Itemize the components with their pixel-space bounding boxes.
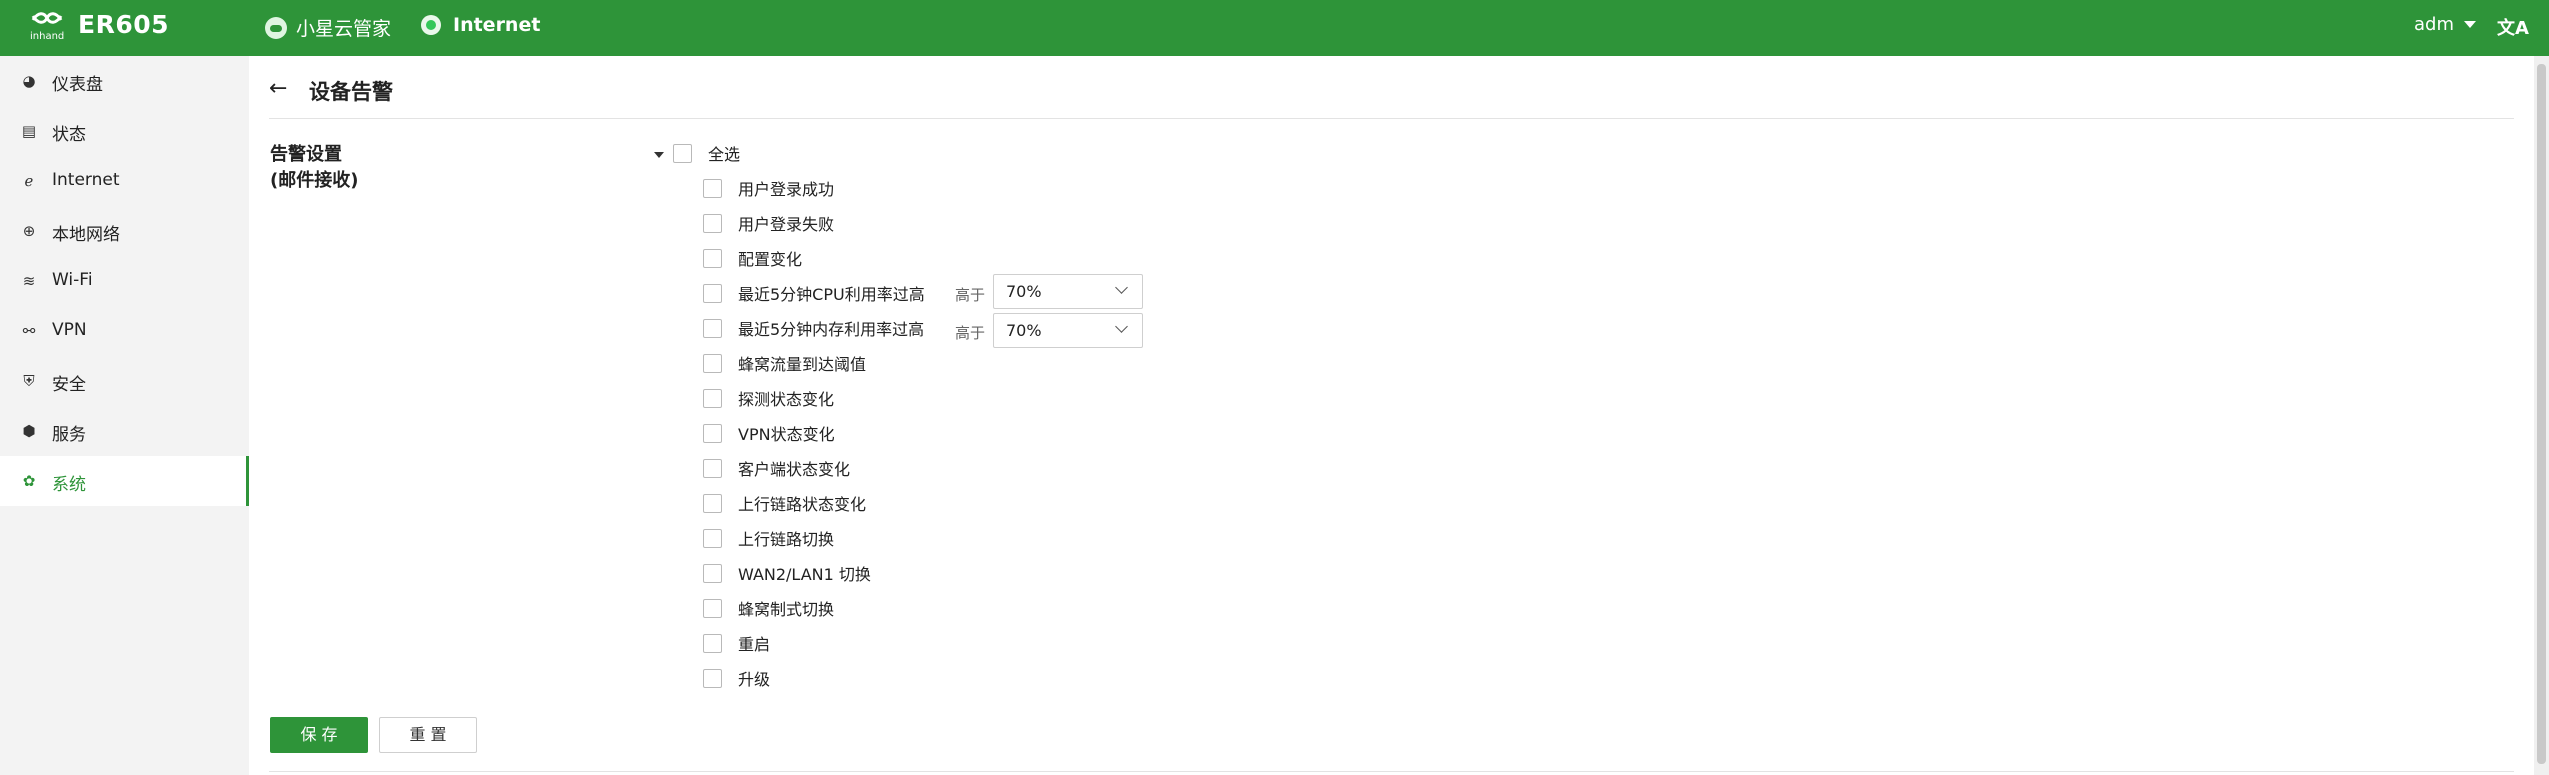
memory-threshold-value: 70% (1006, 321, 1042, 340)
sidebar-item-label: 服务 (52, 425, 86, 445)
alarm-label: 用户登录成功 (738, 180, 835, 199)
alarm-label: VPN状态变化 (738, 425, 835, 444)
caret-down-icon (2464, 21, 2476, 28)
svg-text:inhand: inhand (30, 31, 64, 40)
cloud-icon (265, 16, 287, 39)
select-all-label: 全选 (708, 145, 741, 164)
alarm-label: 蜂窝制式切换 (738, 600, 835, 619)
alarm-label: 上行链路状态变化 (738, 495, 867, 514)
sidebar-item-services[interactable]: ⬢ 服务 (0, 406, 249, 456)
model-name: ER605 (78, 10, 170, 39)
alarm-checkbox[interactable] (703, 319, 722, 338)
vpn-icon: ⚯ (22, 322, 36, 340)
section-title-line2: (邮件接收) (270, 170, 359, 191)
alarm-label: 蜂窝流量到达阈值 (738, 355, 867, 374)
alarm-label: 用户登录失败 (738, 215, 835, 234)
alarm-checkbox[interactable] (703, 389, 722, 408)
sidebar-item-label: Internet (52, 170, 120, 190)
main-content: ← 设备告警 告警设置 (邮件接收) 全选 用户登录成功 用户登录失败 配置变化… (249, 56, 2534, 775)
save-button[interactable]: 保 存 (270, 717, 368, 753)
translate-icon[interactable]: 文A (2497, 14, 2529, 40)
sidebar-item-label: 状态 (52, 125, 86, 145)
threshold-label: 高于 (955, 286, 986, 304)
alarm-checkbox[interactable] (703, 459, 722, 478)
alarm-checkbox[interactable] (703, 354, 722, 373)
alarm-checkbox[interactable] (703, 249, 722, 268)
alarm-checkbox[interactable] (703, 669, 722, 688)
sidebar-item-system[interactable]: ✿ 系统 (0, 456, 249, 506)
top-bar: inhand ER605 小星云管家 Internet adm 文A (0, 0, 2549, 56)
alarm-label: 探测状态变化 (738, 390, 835, 409)
alarm-checkbox[interactable] (703, 214, 722, 233)
gear-icon: ✿ (22, 472, 36, 490)
sidebar-item-status[interactable]: ▤ 状态 (0, 106, 249, 156)
section-title-line1: 告警设置 (270, 144, 342, 165)
status-dot-icon (421, 15, 441, 35)
internet-status[interactable]: Internet (421, 14, 540, 36)
alarm-checkbox[interactable] (703, 529, 722, 548)
sidebar-item-security[interactable]: ⛨ 安全 (0, 356, 249, 406)
alarm-checkbox[interactable] (703, 599, 722, 618)
alarm-label: 升级 (738, 670, 771, 689)
sidebar-item-local-network[interactable]: ⊕ 本地网络 (0, 206, 249, 256)
sidebar-item-vpn[interactable]: ⚯ VPN (0, 306, 249, 356)
alarm-checkbox[interactable] (703, 284, 722, 303)
inhand-logo-icon: inhand (30, 8, 64, 40)
cloud-manager-label: 小星云管家 (296, 18, 392, 40)
chevron-down-icon (1115, 281, 1128, 294)
sidebar-item-dashboard[interactable]: ◕ 仪表盘 (0, 56, 249, 106)
sidebar-item-label: 系统 (52, 475, 86, 495)
alarm-checkbox[interactable] (703, 179, 722, 198)
threshold-label: 高于 (955, 324, 986, 342)
divider (269, 118, 2514, 119)
wifi-icon: ≋ (22, 272, 36, 290)
sidebar-item-label: 本地网络 (52, 225, 120, 245)
memory-threshold-select[interactable]: 70% (993, 313, 1143, 348)
sidebar-item-label: 安全 (52, 375, 86, 395)
sidebar-item-label: 仪表盘 (52, 75, 103, 95)
sidebar: ◕ 仪表盘 ▤ 状态 ℯ Internet ⊕ 本地网络 ≋ Wi-Fi ⚯ V… (0, 56, 249, 775)
username: adm (2414, 14, 2454, 35)
alarm-label: WAN2/LAN1 切换 (738, 565, 871, 584)
cloud-manager-link[interactable]: 小星云管家 (265, 14, 391, 41)
alarm-label: 客户端状态变化 (738, 460, 851, 479)
internet-status-label: Internet (453, 14, 541, 36)
alarm-label: 最近5分钟CPU利用率过高 (738, 285, 925, 304)
internet-icon: ℯ (24, 172, 34, 190)
sidebar-item-internet[interactable]: ℯ Internet (0, 156, 249, 206)
status-icon: ▤ (21, 122, 37, 140)
section-title: 告警设置 (邮件接收) (270, 142, 358, 194)
alarm-checkbox[interactable] (703, 564, 722, 583)
cube-icon: ⬢ (22, 422, 36, 440)
collapse-caret-icon[interactable] (654, 152, 664, 158)
select-all-checkbox[interactable] (673, 144, 692, 163)
alarm-label: 上行链路切换 (738, 530, 835, 549)
shield-icon: ⛨ (23, 372, 35, 390)
alarm-checkbox[interactable] (703, 494, 722, 513)
scroll-thumb[interactable] (2537, 64, 2546, 764)
alarm-checkbox[interactable] (703, 424, 722, 443)
sidebar-item-wifi[interactable]: ≋ Wi-Fi (0, 256, 249, 306)
alarm-checkbox[interactable] (703, 634, 722, 653)
sidebar-item-label: VPN (52, 320, 87, 340)
reset-button[interactable]: 重 置 (379, 717, 477, 753)
sidebar-item-label: Wi-Fi (52, 270, 93, 290)
back-arrow-icon[interactable]: ← (269, 78, 287, 100)
user-menu[interactable]: adm (2414, 14, 2476, 35)
alarm-label: 配置变化 (738, 250, 803, 269)
divider (269, 771, 2514, 772)
alarm-label: 最近5分钟内存利用率过高 (738, 320, 925, 339)
dashboard-icon: ◕ (22, 72, 36, 90)
chevron-down-icon (1115, 320, 1128, 333)
cpu-threshold-select[interactable]: 70% (993, 274, 1143, 309)
cpu-threshold-value: 70% (1006, 282, 1042, 301)
globe-icon: ⊕ (22, 222, 36, 240)
alarm-label: 重启 (738, 635, 771, 654)
vertical-scrollbar[interactable] (2534, 56, 2549, 775)
page-title: 设备告警 (309, 80, 393, 104)
